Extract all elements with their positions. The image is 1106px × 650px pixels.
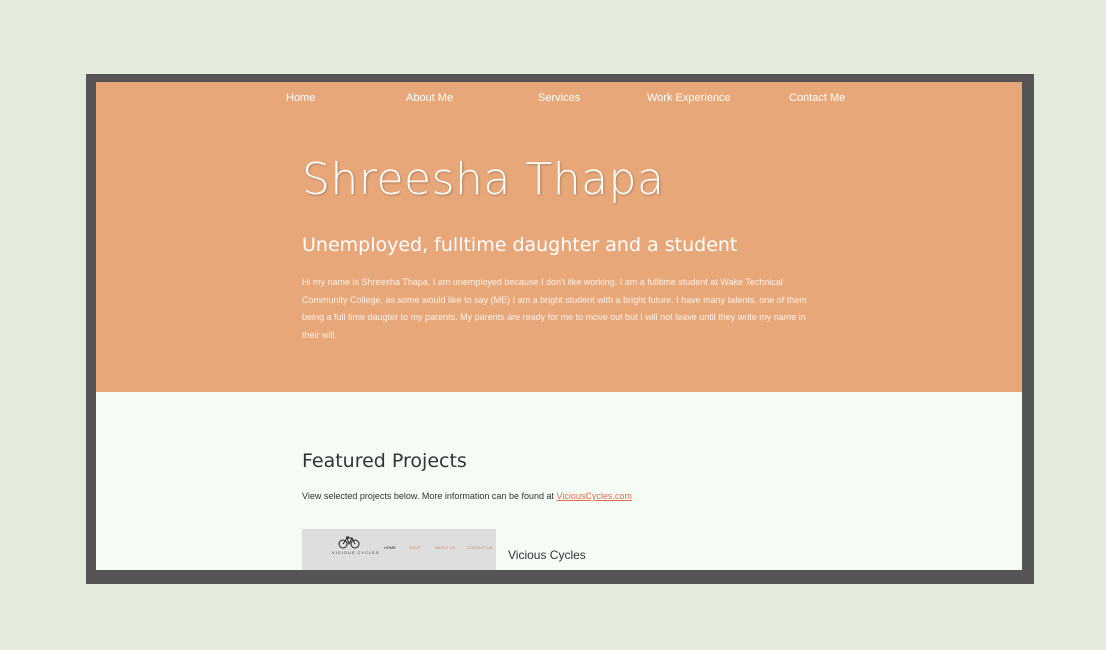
featured-projects-title: Featured Projects (302, 450, 467, 472)
nav-item-services[interactable]: Services (538, 92, 580, 104)
hero-subtitle: Unemployed, fulltime daughter and a stud… (302, 234, 738, 256)
bicycle-icon (338, 536, 360, 549)
project-thumbnail[interactable]: VICIOUS CYCLES HOME SHOP ABOUT US CONTAC… (302, 529, 496, 570)
nav-item-contact-me[interactable]: Contact Me (789, 92, 845, 104)
hero-section: Home About Me Services Work Experience C… (96, 82, 1022, 392)
nav-item-about-me[interactable]: About Me (406, 92, 453, 104)
page-content: Home About Me Services Work Experience C… (96, 82, 1022, 570)
nav-item-work-experience[interactable]: Work Experience (647, 92, 731, 104)
project-title-vicious-cycles[interactable]: Vicious Cycles (508, 548, 586, 562)
hero-bio: Hi my name is Shreesha Thapa. I am unemp… (302, 277, 807, 340)
nav-item-home[interactable]: Home (286, 92, 315, 104)
hero-title: Shreesha Thapa (302, 154, 665, 205)
description-text: View selected projects below. More infor… (302, 491, 557, 501)
thumbnail-nav-about: ABOUT US (435, 545, 456, 550)
thumbnail-nav-shop: SHOP (409, 545, 421, 550)
vicious-cycles-link[interactable]: ViciousCycles.com (556, 491, 631, 501)
main-nav: Home About Me Services Work Experience C… (96, 92, 1022, 112)
page-frame: Home About Me Services Work Experience C… (86, 74, 1034, 584)
thumbnail-nav-home: HOME (384, 545, 396, 550)
featured-projects-description: View selected projects below. More infor… (302, 491, 632, 501)
thumbnail-nav-contact: CONTACT US (467, 545, 493, 550)
thumbnail-logo-text: VICIOUS CYCLES (332, 550, 380, 555)
